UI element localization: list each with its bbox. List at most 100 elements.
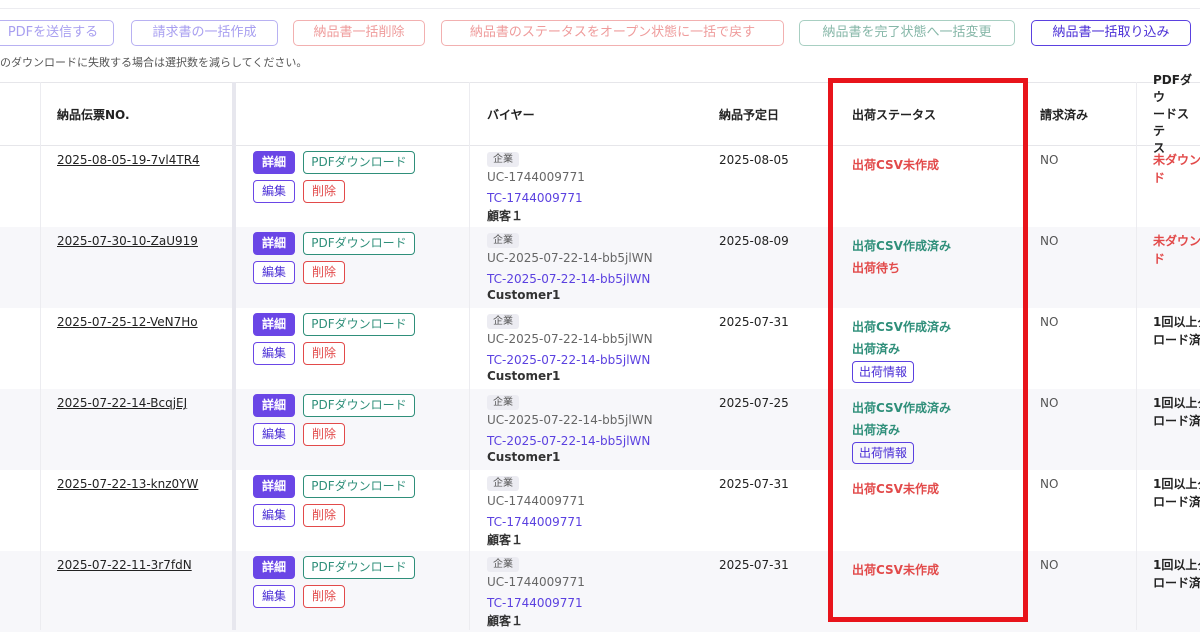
detail-button[interactable]: 詳細 [253,394,295,417]
ship-status-csv: 出荷CSV作成済み [852,239,951,253]
detail-button[interactable]: 詳細 [253,475,295,498]
buyer-type-badge: 企業 [487,314,519,329]
header-pdf-status[interactable]: PDFダウ ードステ ス [1153,73,1200,155]
pdf-download-button[interactable]: PDFダウンロード [303,556,415,579]
column-divider [40,82,41,630]
delivery-date: 2025-07-31 [719,315,789,329]
pdf-download-button[interactable]: PDFダウンロード [303,475,415,498]
buyer-uc-code: UC-2025-07-22-14-bb5jlWN [487,332,653,346]
pdf-download-button[interactable]: PDFダウンロード [303,313,415,336]
ship-status-csv: 出荷CSV未作成 [852,482,939,496]
column-resize-handle[interactable] [232,82,236,630]
buyer-tc-code: TC-1744009771 [487,515,583,529]
invoiced-value: NO [1040,558,1059,572]
ship-status-csv: 出荷CSV作成済み [852,320,951,334]
top-divider [0,8,1200,9]
reopen-status-button[interactable]: 納品書のステータスをオープン状態に一括で戻す [441,20,784,46]
edit-button[interactable]: 編集 [253,180,295,203]
send-pdf-button[interactable]: PDFを送信する [0,20,114,46]
delivery-date: 2025-07-25 [719,396,789,410]
ship-info-button[interactable]: 出荷情報 [852,361,915,383]
delivery-date: 2025-07-31 [719,558,789,572]
delivery-date: 2025-07-31 [719,477,789,491]
invoiced-value: NO [1040,396,1059,410]
header-buyer[interactable]: バイヤー [487,83,535,145]
header-delivery-date[interactable]: 納品予定日 [719,83,779,145]
buyer-tc-code: TC-2025-07-22-14-bb5jlWN [487,434,651,448]
complete-status-button[interactable]: 納品書を完了状態へ一括変更 [799,20,1015,46]
pdf-status-line2: ロード済 [1153,495,1200,509]
table-row: 2025-07-22-11-3r7fdN 詳細 PDFダウンロード 編集 削除 企業 UC-… [0,551,1200,632]
buyer-type-badge: 企業 [487,233,519,248]
buyer-uc-code: UC-1744009771 [487,494,585,508]
detail-button[interactable]: 詳細 [253,151,295,174]
pdf-download-status: 未ダウンド [1153,151,1200,187]
invoiced-value: NO [1040,153,1059,167]
column-divider [469,82,470,630]
slip-number-link[interactable]: 2025-07-30-10-ZaU919 [57,234,198,248]
delete-button[interactable]: 削除 [303,261,345,284]
pdf-download-status: 1回以上ダロード済 [1153,475,1200,511]
slip-number-link[interactable]: 2025-07-25-12-VeN7Ho [57,315,198,329]
header-pdf-status-line1: PDFダウ [1153,72,1192,104]
ship-status-csv: 出荷CSV未作成 [852,563,939,577]
header-ship-status[interactable]: 出荷ステータス [852,83,936,145]
ship-info-button[interactable]: 出荷情報 [852,442,915,464]
customer-name: Customer1 [487,369,561,383]
delete-button[interactable]: 削除 [303,423,345,446]
buyer-type-badge: 企業 [487,152,519,167]
delivery-date: 2025-08-05 [719,153,789,167]
buyer-type-badge: 企業 [487,476,519,491]
pdf-status-line2: ド [1153,171,1166,185]
pdf-download-status: 1回以上ダロード済 [1153,313,1200,349]
header-slip-no[interactable]: 納品伝票NO. [57,83,130,145]
detail-button[interactable]: 詳細 [253,556,295,579]
table-row: 2025-07-25-12-VeN7Ho 詳細 PDFダウンロード 編集 削除 企業 UC-… [0,308,1200,389]
detail-button[interactable]: 詳細 [253,232,295,255]
pdf-download-button[interactable]: PDFダウンロード [303,232,415,255]
pdf-download-status: 1回以上ダロード済 [1153,556,1200,592]
edit-button[interactable]: 編集 [253,423,295,446]
slip-number-link[interactable]: 2025-08-05-19-7vl4TR4 [57,153,200,167]
delete-button[interactable]: 削除 [303,585,345,608]
ship-status-state: 出荷済み [852,342,901,356]
bulk-invoice-button[interactable]: 請求書の一括作成 [131,20,278,46]
delivery-date: 2025-08-09 [719,234,789,248]
buyer-uc-code: UC-1744009771 [487,575,585,589]
pdf-download-button[interactable]: PDFダウンロード [303,394,415,417]
pdf-status-line1: 1回以上ダ [1153,558,1200,572]
header-invoiced[interactable]: 請求済み [1040,83,1088,145]
detail-button[interactable]: 詳細 [253,313,295,336]
bulk-delete-button[interactable]: 納品書一括削除 [293,20,425,46]
buyer-tc-code: TC-2025-07-22-14-bb5jlWN [487,272,651,286]
buyer-tc-code: TC-2025-07-22-14-bb5jlWN [487,353,651,367]
pdf-download-button[interactable]: PDFダウンロード [303,151,415,174]
slip-number-link[interactable]: 2025-07-22-11-3r7fdN [57,558,192,572]
ship-status-state: 出荷済み [852,423,901,437]
pdf-status-line1: 1回以上ダ [1153,315,1200,329]
pdf-status-line1: 未ダウン [1153,234,1200,248]
bulk-import-button[interactable]: 納品書一括取り込み [1031,20,1191,46]
customer-name: 顧客１ [487,614,524,628]
pdf-status-line2: ロード済 [1153,576,1200,590]
edit-button[interactable]: 編集 [253,261,295,284]
table-row: 2025-08-05-19-7vl4TR4 詳細 PDFダウンロード 編集 削除 企業 UC… [0,146,1200,227]
column-divider [1136,82,1137,630]
delete-button[interactable]: 削除 [303,180,345,203]
delete-button[interactable]: 削除 [303,342,345,365]
edit-button[interactable]: 編集 [253,504,295,527]
pdf-status-line2: ロード済 [1153,414,1200,428]
pdf-status-line2: ド [1153,252,1166,266]
table-header: 納品伝票NO. バイヤー 納品予定日 出荷ステータス 請求済み PDFダウ ード… [0,73,1200,155]
table-row: 2025-07-22-14-BcqjEJ 詳細 PDFダウンロード 編集 削除 企業 UC-… [0,389,1200,470]
edit-button[interactable]: 編集 [253,585,295,608]
invoiced-value: NO [1040,234,1059,248]
invoiced-value: NO [1040,315,1059,329]
slip-number-link[interactable]: 2025-07-22-14-BcqjEJ [57,396,187,410]
delete-button[interactable]: 削除 [303,504,345,527]
slip-number-link[interactable]: 2025-07-22-13-knz0YW [57,477,198,491]
pdf-status-line1: 1回以上ダ [1153,396,1200,410]
header-pdf-status-line2: ードステ [1153,106,1190,138]
edit-button[interactable]: 編集 [253,342,295,365]
pdf-status-line1: 1回以上ダ [1153,477,1200,491]
